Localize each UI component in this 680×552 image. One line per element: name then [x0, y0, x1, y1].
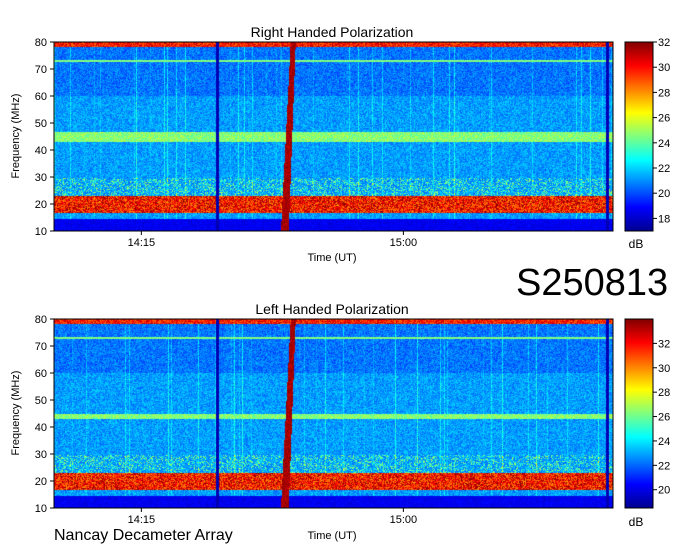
colorbar-ticks: 20 22 24 26 28 30 32 — [653, 338, 670, 497]
x-axis-label: Time (UT) — [307, 252, 356, 264]
colorbar-tick-label: 26 — [658, 412, 670, 424]
y-axis-label: Frequency (MHz) — [10, 371, 22, 456]
panel-right-polarization: Right Handed Polarization 10 20 30 40 50 60 70… — [10, 24, 670, 264]
instrument-name: Nancay Decameter Array — [54, 527, 233, 544]
y-tick-label: 60 — [35, 91, 47, 103]
y-axis: 10 20 30 40 50 60 70 80 — [35, 37, 54, 238]
spectrogram-image — [54, 42, 613, 231]
x-tick-label: 14:15 — [128, 237, 156, 249]
y-tick-label: 40 — [35, 422, 47, 434]
y-tick-label: 20 — [35, 476, 47, 488]
colorbar-tick-label: 20 — [658, 188, 670, 200]
x-axis-label: Time (UT) — [307, 530, 356, 542]
colorbar-unit-label: dB — [629, 237, 644, 251]
y-tick-label: 40 — [35, 145, 47, 157]
colorbar: 20 22 24 26 28 30 32 dB — [624, 318, 670, 529]
colorbar-tick-label: 20 — [658, 485, 670, 497]
colorbar-tick-label: 32 — [658, 338, 670, 350]
y-tick-label: 70 — [35, 64, 47, 76]
colorbar-tick-label: 26 — [658, 113, 670, 125]
y-tick-label: 10 — [35, 503, 47, 515]
colorbar-unit-label: dB — [629, 515, 644, 529]
y-tick-label: 50 — [35, 395, 47, 407]
plot-area — [53, 41, 614, 232]
y-tick-label: 30 — [35, 172, 47, 184]
colorbar-tick-label: 24 — [658, 138, 670, 150]
x-tick-label: 15:00 — [390, 237, 418, 249]
colorbar-ticks: 18 20 22 24 26 28 30 32 — [653, 37, 670, 225]
x-tick-label: 15:00 — [390, 514, 418, 526]
colorbar-gradient — [624, 41, 654, 232]
y-axis-label: Frequency (MHz) — [10, 94, 22, 179]
colorbar-tick-label: 22 — [658, 163, 670, 175]
y-tick-label: 60 — [35, 368, 47, 380]
chart-title: Right Handed Polarization — [251, 24, 414, 40]
colorbar-gradient — [624, 318, 654, 509]
y-tick-label: 80 — [35, 314, 47, 326]
x-axis: 14:15 15:00 — [128, 231, 418, 249]
x-tick-label: 14:15 — [128, 514, 156, 526]
colorbar-tick-label: 30 — [658, 363, 670, 375]
colorbar-tick-label: 22 — [658, 460, 670, 472]
colorbar-tick-label: 24 — [658, 436, 670, 448]
y-axis: 10 20 30 40 50 60 70 80 — [35, 314, 54, 515]
observation-id: S250813 — [516, 262, 669, 304]
colorbar-tick-label: 32 — [658, 37, 670, 49]
y-tick-label: 50 — [35, 118, 47, 130]
colorbar-tick-label: 28 — [658, 387, 670, 399]
colorbar-tick-label: 30 — [658, 62, 670, 74]
plot-area — [53, 318, 614, 509]
chart-title: Left Handed Polarization — [255, 301, 408, 317]
panel-left-polarization: Left Handed Polarization 10 20 30 40 50 60 70 8… — [10, 301, 670, 542]
colorbar-tick-label: 18 — [658, 213, 670, 225]
colorbar-tick-label: 28 — [658, 87, 670, 99]
colorbar: 18 20 22 24 26 28 30 32 dB — [624, 37, 670, 251]
y-tick-label: 20 — [35, 199, 47, 211]
spectrogram-image — [54, 319, 613, 508]
x-axis: 14:15 15:00 — [128, 508, 418, 526]
y-tick-label: 70 — [35, 341, 47, 353]
y-tick-label: 30 — [35, 449, 47, 461]
y-tick-label: 10 — [35, 226, 47, 238]
y-tick-label: 80 — [35, 37, 47, 49]
